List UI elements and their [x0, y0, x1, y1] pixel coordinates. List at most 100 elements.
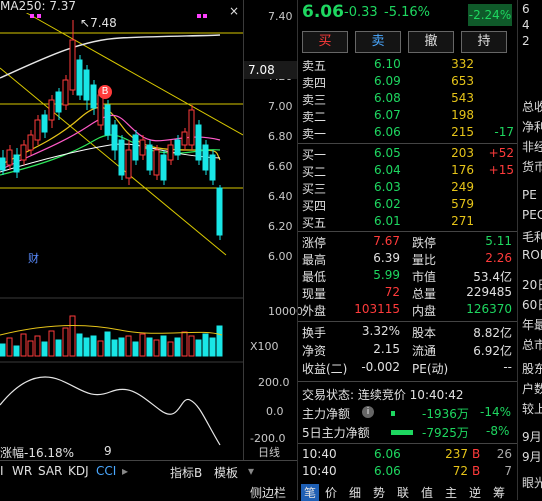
- level-change: +52: [488, 146, 514, 160]
- bid-row[interactable]: 买五 6.01 271: [298, 214, 518, 231]
- info-icon[interactable]: i: [362, 406, 374, 418]
- level-volume: 215: [451, 125, 474, 139]
- sell-button[interactable]: 卖: [355, 31, 401, 53]
- f10-item[interactable]: 年最: [522, 316, 542, 333]
- volume-bar: [48, 330, 55, 357]
- candlestick-canvas[interactable]: [0, 0, 243, 460]
- buy-button[interactable]: 买: [302, 31, 348, 53]
- stat-value: 7.67: [373, 234, 400, 248]
- f10-item[interactable]: 6: [522, 2, 530, 16]
- stat-value: 229485: [466, 285, 512, 299]
- day-line-label[interactable]: 日线: [258, 444, 280, 460]
- volume-bar: [83, 337, 90, 357]
- f10-item[interactable]: 总市: [522, 336, 542, 353]
- candle-body: [34, 119, 41, 141]
- ask-row[interactable]: 卖五 6.10 332: [298, 57, 518, 74]
- f10-item[interactable]: 净利: [522, 118, 542, 135]
- f10-item[interactable]: 毛利: [522, 228, 542, 245]
- f10-item[interactable]: 较上: [522, 400, 542, 417]
- f10-item[interactable]: 总收: [522, 98, 542, 115]
- flow-bar: [391, 430, 413, 435]
- f10-item[interactable]: 户数: [522, 380, 542, 397]
- kline-chart[interactable]: MA250: 7.37 ↖7.48 B 财 × 涨幅-16.18% 9: [0, 0, 243, 500]
- tab-arrow-icon[interactable]: ▸: [122, 464, 128, 478]
- panel-tab[interactable]: 价: [325, 484, 337, 501]
- cancel-order-button[interactable]: 撤: [408, 31, 454, 53]
- f10-item[interactable]: 4: [522, 18, 530, 32]
- position-button[interactable]: 持: [461, 31, 507, 53]
- level-price: 6.01: [374, 214, 401, 228]
- stats2-divider: [298, 321, 518, 322]
- price-change: -0.33: [344, 5, 378, 20]
- f10-item[interactable]: 眼光: [522, 474, 542, 491]
- bid-row[interactable]: 买四 6.02 579: [298, 197, 518, 214]
- panel-tab[interactable]: 势: [373, 484, 385, 501]
- f10-item[interactable]: 货币: [522, 158, 542, 175]
- f10-item[interactable]: 2: [522, 34, 530, 48]
- panel-tab[interactable]: 联: [397, 484, 409, 501]
- panel-tab[interactable]: 细: [349, 484, 361, 501]
- five-day-flow-row: 5日主力净额 -7925万 -8%: [298, 424, 518, 441]
- level-volume: 198: [451, 108, 474, 122]
- f10-item[interactable]: 9月: [522, 448, 542, 465]
- news-marker-icon[interactable]: 财: [28, 250, 39, 266]
- price-tick: 6.00: [268, 250, 293, 263]
- tab-cci[interactable]: CCI: [96, 464, 116, 478]
- panel-tab[interactable]: 值: [421, 484, 433, 501]
- signal-marker: [30, 14, 34, 18]
- level-label: 卖三: [302, 93, 327, 107]
- close-icon[interactable]: ×: [229, 4, 239, 18]
- candle-body: [174, 139, 181, 156]
- f10-item[interactable]: 20日: [522, 276, 542, 293]
- template-dropdown-icon[interactable]: ▾: [248, 464, 254, 478]
- index-change-badge: -2.24%: [468, 4, 512, 26]
- bid-row[interactable]: 买一 6.05 203 +52: [298, 146, 518, 163]
- f10-item[interactable]: 非经: [522, 138, 542, 155]
- sidebar-toggle-button[interactable]: 侧边栏: [250, 484, 286, 501]
- stat-value: 5.99: [373, 268, 400, 282]
- panel-tab[interactable]: 筹: [493, 484, 505, 501]
- volume-bar: [20, 333, 27, 357]
- main-flow-row: 主力净额 i -1936万 -14%: [298, 405, 518, 422]
- f10-item[interactable]: 60日: [522, 296, 542, 313]
- indicator-b-button[interactable]: 指标B: [170, 464, 202, 481]
- price-change-pct: -5.16%: [384, 5, 430, 20]
- price-tick: 6.20: [268, 220, 293, 233]
- tab-sar[interactable]: SAR: [38, 464, 62, 478]
- tab-kdj[interactable]: KDJ: [68, 464, 89, 478]
- panel-tab[interactable]: 笔: [301, 484, 320, 501]
- template-button[interactable]: 模板: [214, 464, 238, 481]
- flow-pct: -14%: [480, 405, 512, 419]
- ma250-label: MA250: 7.37: [0, 0, 77, 13]
- candle-body: [139, 139, 146, 156]
- ask-row[interactable]: 卖二 6.07 198: [298, 108, 518, 125]
- ask-row[interactable]: 卖一 6.06 215 -17: [298, 125, 518, 142]
- tick-volume: 72: [452, 464, 468, 478]
- panel-tab[interactable]: 逆: [469, 484, 481, 501]
- stat-label: 内盘: [412, 304, 437, 318]
- stat-row: 换手 3.32% 股本 8.82亿: [298, 324, 518, 341]
- signal-marker: [203, 14, 207, 18]
- bid-row[interactable]: 买二 6.04 176 +15: [298, 163, 518, 180]
- ask-row[interactable]: 卖四 6.09 653: [298, 74, 518, 91]
- f10-item[interactable]: 9月: [522, 428, 542, 445]
- candle-body: [48, 99, 55, 121]
- bid-row[interactable]: 买三 6.03 249: [298, 180, 518, 197]
- stat-label: 外盘: [302, 304, 327, 318]
- stat-value: 6.92亿: [473, 344, 512, 358]
- f10-item[interactable]: ROE: [522, 248, 542, 262]
- tab-wr[interactable]: WR: [12, 464, 32, 478]
- f10-item[interactable]: PE: [522, 188, 537, 202]
- volume-unit: X100: [250, 340, 279, 353]
- candle-body: [55, 91, 62, 113]
- f10-item[interactable]: 股东: [522, 360, 542, 377]
- tab-i[interactable]: I: [0, 464, 4, 478]
- flow-amount: -1936万: [422, 407, 469, 421]
- stat-value: 103115: [354, 302, 400, 316]
- stat-label: 总量: [412, 287, 437, 301]
- level-change: -17: [494, 125, 514, 139]
- f10-item[interactable]: PEG: [522, 208, 542, 222]
- buy-signal-badge[interactable]: B: [98, 85, 112, 99]
- ask-row[interactable]: 卖三 6.08 543: [298, 91, 518, 108]
- panel-tab[interactable]: 主: [445, 484, 457, 501]
